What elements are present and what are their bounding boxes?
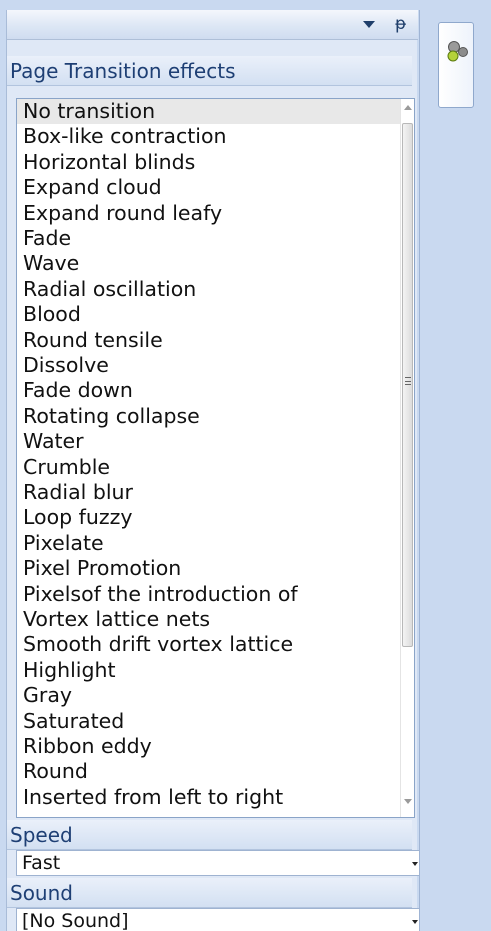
- scroll-up-arrow-icon[interactable]: [404, 105, 412, 110]
- speed-select-value: Fast: [22, 852, 61, 874]
- transition-list-item[interactable]: Pixelate: [17, 531, 402, 556]
- chevron-down-icon[interactable]: [412, 920, 418, 924]
- transition-effects-label: Page Transition effects: [7, 56, 412, 86]
- speed-select[interactable]: Fast: [16, 850, 421, 876]
- grip-icon: [405, 377, 411, 385]
- transition-list-item[interactable]: Expand cloud: [17, 175, 402, 200]
- transition-list-item[interactable]: Loop fuzzy: [17, 505, 402, 530]
- transition-list-item[interactable]: Vortex lattice nets: [17, 607, 402, 632]
- sound-select[interactable]: [No Sound]: [16, 908, 421, 931]
- panel-titlebar: ᵽ: [7, 10, 418, 40]
- transition-list-item[interactable]: Radial oscillation: [17, 277, 402, 302]
- transition-list-item[interactable]: Round: [17, 759, 402, 784]
- transition-list-item[interactable]: Wave: [17, 251, 402, 276]
- transition-effects-list[interactable]: No transition Box-like contraction Horizon…: [16, 98, 415, 818]
- scrollbar-thumb[interactable]: [402, 123, 413, 647]
- list-scrollbar[interactable]: [400, 99, 414, 817]
- transition-list-item[interactable]: Round tensile: [17, 328, 402, 353]
- transition-list-item[interactable]: Smooth drift vortex lattice: [17, 632, 402, 657]
- transition-list-item[interactable]: Fade down: [17, 378, 402, 403]
- transition-list-item[interactable]: Expand round leafy: [17, 201, 402, 226]
- transition-list-item[interactable]: Water: [17, 429, 402, 454]
- transition-list-item[interactable]: Radial blur: [17, 480, 402, 505]
- transition-list-item[interactable]: Inserted from left to right: [17, 785, 402, 810]
- transition-list-item[interactable]: Pixel Promotion: [17, 556, 402, 581]
- sound-label: Sound: [7, 878, 412, 908]
- transition-list-item[interactable]: No transition: [17, 99, 402, 125]
- transition-list-item[interactable]: Saturated: [17, 709, 402, 734]
- scroll-down-arrow-icon[interactable]: [404, 799, 412, 804]
- transition-list-item[interactable]: Fade: [17, 226, 402, 251]
- transition-list-item[interactable]: Gray: [17, 683, 402, 708]
- transition-effects-tab[interactable]: [438, 22, 474, 108]
- transition-effect-icon: [447, 41, 468, 62]
- transition-list-item[interactable]: Box-like contraction: [17, 124, 402, 149]
- transition-list-item[interactable]: Highlight: [17, 658, 402, 683]
- speed-label: Speed: [7, 820, 412, 850]
- transition-list-item[interactable]: Horizontal blinds: [17, 150, 402, 175]
- transition-list-item[interactable]: Rotating collapse: [17, 404, 402, 429]
- transition-list-item[interactable]: Pixelsof the introduction of: [17, 582, 402, 607]
- sound-select-value: [No Sound]: [22, 910, 129, 931]
- pin-icon[interactable]: ᵽ: [395, 14, 406, 34]
- transition-list-item[interactable]: Dissolve: [17, 353, 402, 378]
- chevron-down-icon[interactable]: [412, 862, 418, 866]
- transition-panel: ᵽ Page Transition effects No transition B…: [6, 10, 421, 931]
- side-tab-strip: [419, 10, 491, 931]
- transition-list-item[interactable]: Ribbon eddy: [17, 734, 402, 759]
- transition-list-item[interactable]: Crumble: [17, 455, 402, 480]
- transition-list-item[interactable]: Blood: [17, 302, 402, 327]
- panel-menu-dropdown-icon[interactable]: [363, 21, 375, 28]
